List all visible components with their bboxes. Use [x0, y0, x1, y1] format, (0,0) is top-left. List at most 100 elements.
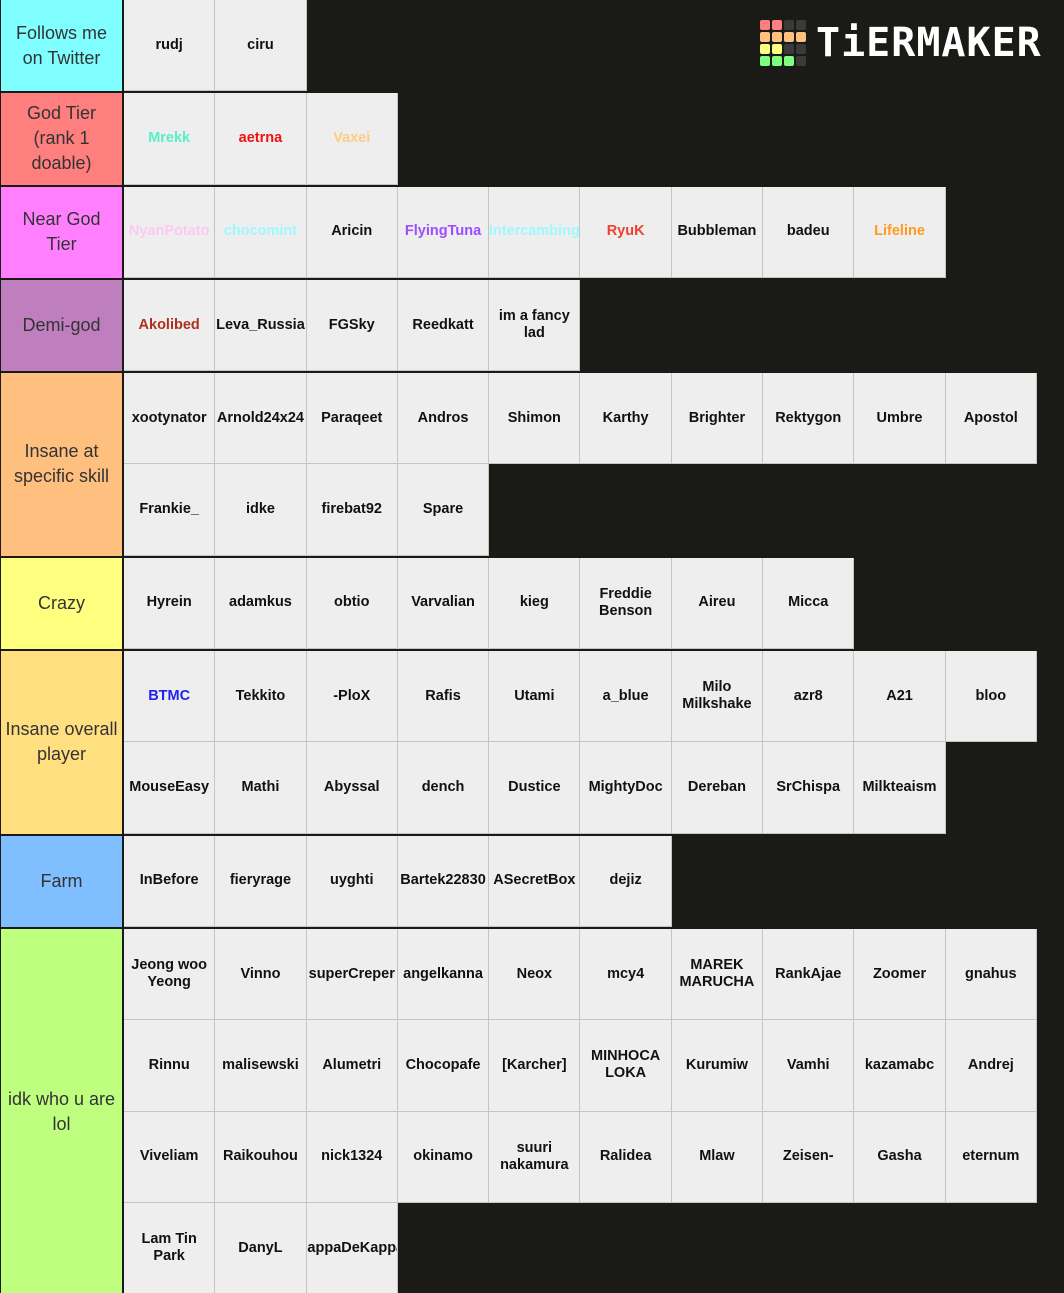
tier-item[interactable]: Raikouhou	[215, 1111, 307, 1203]
tier-item[interactable]: fieryrage	[215, 835, 307, 927]
tier-item[interactable]: Zeisen-	[763, 1111, 855, 1203]
tier-item[interactable]: Kurumiw	[671, 1020, 764, 1112]
tier-item[interactable]: adamkus	[215, 557, 307, 650]
tier-item[interactable]: Brighter	[671, 373, 764, 465]
tier-item[interactable]: Mathi	[215, 742, 307, 834]
tier-item[interactable]: Bubbleman	[671, 186, 764, 278]
tier-item[interactable]: Milkteaism	[854, 742, 946, 834]
tier-item[interactable]: Apostol	[945, 373, 1037, 465]
tier-item[interactable]: [Karcher]	[489, 1020, 581, 1112]
tier-item[interactable]: Leva_Russia	[215, 279, 307, 372]
tier-item[interactable]: Lam Tin Park	[124, 1202, 216, 1293]
tier-item[interactable]: Aireu	[671, 557, 764, 650]
tier-item[interactable]: okinamo	[397, 1111, 490, 1203]
tier-label[interactable]: Insane at specific skill	[0, 373, 124, 556]
tier-item[interactable]: MINHOCA LOKA	[580, 1020, 672, 1112]
tier-item[interactable]: suuri nakamura	[489, 1111, 581, 1203]
tier-item[interactable]: mcy4	[580, 928, 672, 1021]
tier-item[interactable]: JappaDeKappa	[306, 1202, 398, 1293]
tier-item[interactable]: DanyL	[215, 1202, 307, 1293]
tier-item[interactable]: Frankie_	[124, 464, 216, 556]
tier-item[interactable]: Vinno	[215, 928, 307, 1021]
tier-label[interactable]: Farm	[0, 835, 124, 927]
tier-item[interactable]: eternum	[945, 1111, 1037, 1203]
tier-item[interactable]: Dustice	[489, 742, 581, 834]
tier-item[interactable]: rudj	[124, 0, 216, 92]
tier-item[interactable]: MAREK MARUCHA	[671, 928, 764, 1021]
tier-item[interactable]: xootynator	[124, 373, 216, 465]
tier-item[interactable]: uyghti	[306, 835, 398, 927]
tier-item[interactable]: SrChispa	[763, 742, 855, 834]
tier-item[interactable]: Vaxei	[306, 93, 398, 185]
tier-label[interactable]: God Tier (rank 1 doable)	[0, 93, 124, 185]
tier-item[interactable]: Tekkito	[215, 651, 307, 743]
tier-item[interactable]: Chocopafe	[397, 1020, 490, 1112]
tier-item[interactable]: Umbre	[854, 373, 946, 465]
tier-item[interactable]: chocomint	[215, 186, 307, 278]
tier-item[interactable]: Shimon	[489, 373, 581, 465]
tier-item[interactable]: Vamhi	[763, 1020, 855, 1112]
tier-item[interactable]: Mlaw	[671, 1111, 764, 1203]
tier-item[interactable]: aetrna	[215, 93, 307, 185]
tier-item[interactable]: Milo Milkshake	[671, 651, 764, 743]
tier-item[interactable]: azr8	[763, 651, 855, 743]
tier-item[interactable]: Ralidea	[580, 1111, 672, 1203]
tier-item[interactable]: Akolibed	[124, 279, 216, 372]
tier-item[interactable]: Utami	[489, 651, 581, 743]
tier-item[interactable]: bloo	[945, 651, 1037, 743]
tier-item[interactable]: Lifeline	[854, 186, 946, 278]
tier-item[interactable]: Bartek22830	[397, 835, 490, 927]
tier-item[interactable]: Andrej	[945, 1020, 1037, 1112]
tier-item[interactable]: idke	[215, 464, 307, 556]
tier-item[interactable]: Jeong woo Yeong	[124, 928, 216, 1021]
tier-item[interactable]: RankAjae	[763, 928, 855, 1021]
tier-item[interactable]: Rinnu	[124, 1020, 216, 1112]
tier-item[interactable]: InBefore	[124, 835, 216, 927]
tier-item[interactable]: MightyDoc	[580, 742, 672, 834]
tier-item[interactable]: badeu	[763, 186, 855, 278]
tier-item[interactable]: Mrekk	[124, 93, 216, 185]
tier-item[interactable]: kazamabc	[854, 1020, 946, 1112]
tier-label[interactable]: Crazy	[0, 557, 124, 650]
tier-item[interactable]: RyuK	[580, 186, 672, 278]
tier-item[interactable]: superCreper	[306, 928, 398, 1021]
tier-item[interactable]: Rektygon	[763, 373, 855, 465]
tier-item[interactable]: ASecretBox	[489, 835, 581, 927]
tier-item[interactable]: Rafis	[397, 651, 490, 743]
tier-item[interactable]: Freddie Benson	[580, 557, 672, 650]
tier-item[interactable]: Abyssal	[306, 742, 398, 834]
tier-item[interactable]: Andros	[397, 373, 490, 465]
tier-item[interactable]: FGSky	[306, 279, 398, 372]
tier-item[interactable]: Dereban	[671, 742, 764, 834]
tier-item[interactable]: malisewski	[215, 1020, 307, 1112]
tier-item[interactable]: Paraqeet	[306, 373, 398, 465]
tier-item[interactable]: kieg	[489, 557, 581, 650]
tier-item[interactable]: A21	[854, 651, 946, 743]
tier-item[interactable]: Intercambing	[489, 186, 581, 278]
tier-label[interactable]: idk who u are lol	[0, 928, 124, 1293]
tier-item[interactable]: ciru	[215, 0, 307, 92]
tier-item[interactable]: MouseEasy	[124, 742, 216, 834]
tier-item[interactable]: Viveliam	[124, 1111, 216, 1203]
tier-item[interactable]: firebat92	[306, 464, 398, 556]
tier-item[interactable]: Zoomer	[854, 928, 946, 1021]
tier-item[interactable]: -PloX	[306, 651, 398, 743]
tier-item[interactable]: FlyingTuna	[397, 186, 490, 278]
tier-item[interactable]: Micca	[763, 557, 855, 650]
tier-item[interactable]: Aricin	[306, 186, 398, 278]
tier-item[interactable]: dejiz	[580, 835, 672, 927]
tier-item[interactable]: Reedkatt	[397, 279, 490, 372]
tier-item[interactable]: Spare	[397, 464, 490, 556]
tier-item[interactable]: obtio	[306, 557, 398, 650]
tier-item[interactable]: BTMC	[124, 651, 216, 743]
tier-item[interactable]: NyanPotato	[124, 186, 216, 278]
tier-item[interactable]: nick1324	[306, 1111, 398, 1203]
tier-item[interactable]: Karthy	[580, 373, 672, 465]
tier-item[interactable]: angelkanna	[397, 928, 490, 1021]
tier-item[interactable]: Gasha	[854, 1111, 946, 1203]
tier-item[interactable]: dench	[397, 742, 490, 834]
tier-item[interactable]: Varvalian	[397, 557, 490, 650]
tier-item[interactable]: im a fancy lad	[489, 279, 581, 372]
tier-label[interactable]: Demi-god	[0, 279, 124, 372]
tier-item[interactable]: gnahus	[945, 928, 1037, 1021]
